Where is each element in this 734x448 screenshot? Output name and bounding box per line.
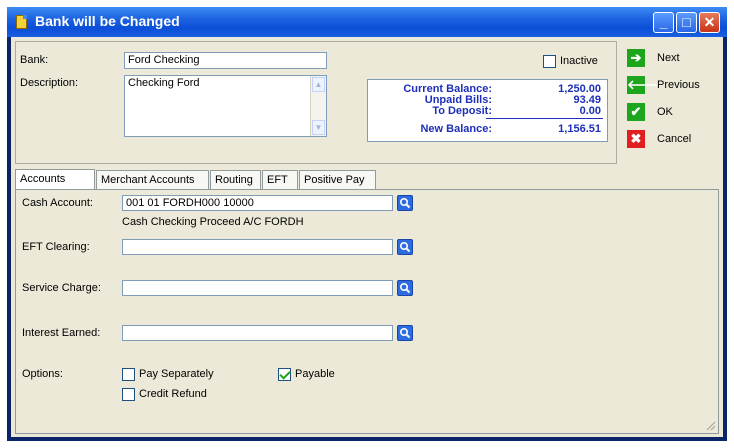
to-deposit-label: To Deposit: [432,105,492,117]
credit-refund-label: Credit Refund [139,388,207,400]
close-icon: ✕ [703,14,716,30]
checkmark-icon: ✔ [627,103,645,121]
window-title: Bank will be Changed [35,13,180,29]
next-button[interactable]: ➔ Next [627,49,707,67]
scroll-up-icon[interactable]: ▲ [312,77,325,92]
pay-separately-label: Pay Separately [139,368,214,380]
inactive-label: Inactive [560,55,598,67]
arrow-right-icon: ➔ [627,49,645,67]
magnifier-icon [399,197,411,209]
pay-separately-checkbox[interactable] [122,368,135,381]
dialog-window: Bank will be Changed _ □ ✕ Bank: Ford Ch… [7,7,727,441]
bank-input[interactable]: Ford Checking [124,52,327,69]
cancel-button[interactable]: ✖ Cancel [627,130,707,148]
ok-button[interactable]: ✔ OK [627,103,707,121]
description-text: Checking Ford [128,77,200,89]
service-charge-lookup-button[interactable] [397,280,413,296]
eft-clearing-lookup-button[interactable] [397,239,413,255]
interest-earned-lookup-button[interactable] [397,325,413,341]
magnifier-icon [399,282,411,294]
magnifier-icon [399,327,411,339]
to-deposit-value: 0.00 [579,105,601,117]
minimize-icon: _ [659,14,668,30]
tab-merchant-accounts[interactable]: Merchant Accounts [96,170,209,190]
new-balance-value: 1,156.51 [558,123,601,135]
new-balance-label: New Balance: [420,123,492,135]
bank-label: Bank: [20,54,49,66]
dialog-body: Bank: Ford Checking Description: Checkin… [11,37,723,437]
cash-account-input[interactable]: 001 01 FORDH000 10000 [122,195,393,211]
cash-account-label: Cash Account: [22,197,93,209]
minimize-button[interactable]: _ [653,12,674,33]
scroll-down-icon[interactable]: ▼ [312,120,325,135]
description-label: Description: [20,77,79,89]
accounts-panel: Cash Account: 001 01 FORDH000 10000 Cash… [15,189,719,434]
payable-label: Payable [295,368,335,380]
cash-account-lookup-button[interactable] [397,195,413,211]
arrow-left-icon: 🡐 [627,76,662,94]
interest-earned-input[interactable] [122,325,393,341]
tab-eft[interactable]: EFT [262,170,298,190]
interest-earned-label: Interest Earned: [22,327,101,339]
maximize-icon: □ [682,14,691,30]
credit-refund-checkbox[interactable] [122,388,135,401]
tab-accounts[interactable]: Accounts [15,169,95,191]
previous-label: Previous [657,79,700,91]
inactive-checkbox[interactable] [543,55,556,68]
total-divider [486,118,603,119]
service-charge-label: Service Charge: [22,282,101,294]
close-button[interactable]: ✕ [699,12,720,33]
cancel-label: Cancel [657,133,692,145]
maximize-button[interactable]: □ [676,12,697,33]
payable-checkbox[interactable] [278,368,291,381]
previous-button[interactable]: 🡐 Previous [627,76,707,94]
description-textarea[interactable]: Checking Ford ▲ ▼ [124,75,327,137]
service-charge-input[interactable] [122,280,393,296]
tab-routing[interactable]: Routing [210,170,261,190]
eft-clearing-input[interactable] [122,239,393,255]
next-label: Next [657,52,680,64]
options-label: Options: [22,368,63,380]
eft-clearing-label: EFT Clearing: [22,241,90,253]
balance-summary: Current Balance: 1,250.00 Unpaid Bills: … [367,79,608,142]
document-icon [16,15,27,29]
x-icon: ✖ [627,130,645,148]
resize-grip-icon[interactable] [706,421,716,431]
magnifier-icon [399,241,411,253]
ok-label: OK [657,106,673,118]
tab-positive-pay[interactable]: Positive Pay [299,170,376,190]
description-scrollbar[interactable]: ▲ ▼ [310,76,326,136]
cash-account-description: Cash Checking Proceed A/C FORDH [122,216,304,228]
title-bar[interactable]: Bank will be Changed _ □ ✕ [7,7,727,37]
